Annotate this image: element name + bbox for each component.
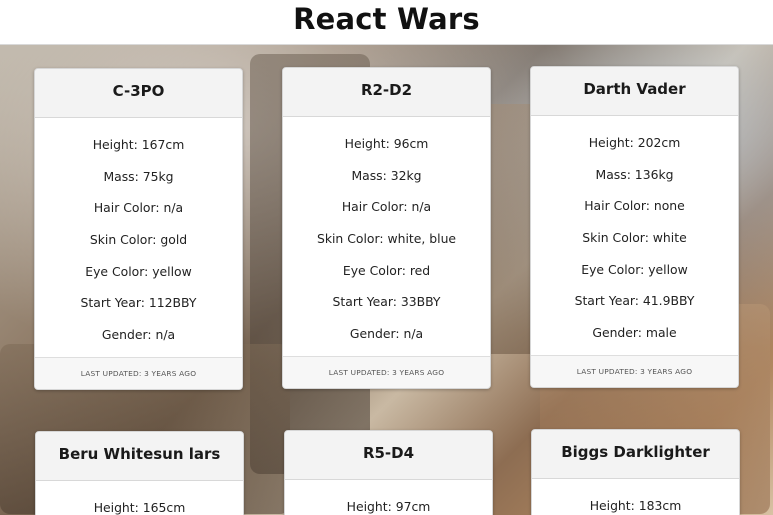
- height-text: Height: 202cm: [588, 135, 681, 150]
- height-text: Height: 165cm: [93, 500, 186, 515]
- card-body: Height: 97cm: [285, 480, 492, 515]
- height-text: Height: 167cm: [92, 137, 185, 152]
- start-year-text: Start Year: 41.9BBY: [574, 293, 695, 309]
- skin-color-text: Skin Color: white, blue: [316, 231, 457, 247]
- start-year-text: Start Year: 33BBY: [332, 294, 441, 310]
- card-title: Darth Vader: [531, 67, 738, 116]
- character-card: Beru Whitesun lars Height: 165cm: [35, 431, 244, 515]
- height-text: Height: 97cm: [346, 499, 431, 514]
- character-card: Biggs Darklighter Height: 183cm: [531, 429, 740, 515]
- skin-color-text: Skin Color: gold: [89, 232, 188, 248]
- eye-color-text: Eye Color: yellow: [85, 263, 192, 279]
- character-card: Darth Vader Height: 202cm Mass: 136kg Ha…: [530, 66, 739, 388]
- card-body: Height: 202cm Mass: 136kg Hair Color: no…: [531, 116, 738, 355]
- mass-text: Mass: 75kg: [103, 168, 174, 184]
- card-footer: LAST UPDATED: 3 YEARS AGO: [531, 354, 738, 387]
- card-title: R2-D2: [283, 68, 490, 117]
- header: React Wars: [0, 0, 773, 45]
- skin-color-text: Skin Color: white: [582, 230, 687, 246]
- height-text: Height: 96cm: [344, 136, 429, 151]
- card-title: Biggs Darklighter: [532, 430, 739, 479]
- hair-color-text: Hair Color: n/a: [93, 200, 184, 216]
- card-body: Height: 183cm: [532, 479, 739, 515]
- character-card: R2-D2 Height: 96cm Mass: 32kg Hair Color…: [282, 67, 491, 389]
- eye-color-text: Eye Color: red: [342, 262, 431, 278]
- card-footer: LAST UPDATED: 3 YEARS AGO: [35, 356, 242, 389]
- gender-text: Gender: male: [592, 325, 677, 341]
- mass-text: Mass: 136kg: [595, 166, 674, 182]
- hair-color-text: Hair Color: none: [584, 198, 685, 214]
- mass-text: Mass: 32kg: [351, 167, 422, 183]
- character-card: R5-D4 Height: 97cm: [284, 430, 493, 515]
- page-title: React Wars: [293, 2, 480, 36]
- start-year-text: Start Year: 112BBY: [80, 295, 197, 311]
- card-body: Height: 96cm Mass: 32kg Hair Color: n/a …: [283, 117, 490, 356]
- character-card: C-3PO Height: 167cm Mass: 75kg Hair Colo…: [34, 68, 243, 390]
- gender-text: Gender: n/a: [349, 326, 424, 342]
- card-body: Height: 167cm Mass: 75kg Hair Color: n/a…: [35, 118, 242, 357]
- card-title: C-3PO: [35, 69, 242, 118]
- gender-text: Gender: n/a: [101, 327, 176, 343]
- card-title: Beru Whitesun lars: [36, 432, 243, 481]
- card-footer: LAST UPDATED: 3 YEARS AGO: [283, 355, 490, 388]
- card-body: Height: 165cm: [36, 481, 243, 515]
- hair-color-text: Hair Color: n/a: [341, 199, 432, 215]
- eye-color-text: Eye Color: yellow: [581, 261, 688, 277]
- card-title: R5-D4: [285, 431, 492, 480]
- height-text: Height: 183cm: [589, 498, 682, 513]
- page: React Wars C-3PO Height: 167cm Mass: 75k…: [0, 0, 773, 515]
